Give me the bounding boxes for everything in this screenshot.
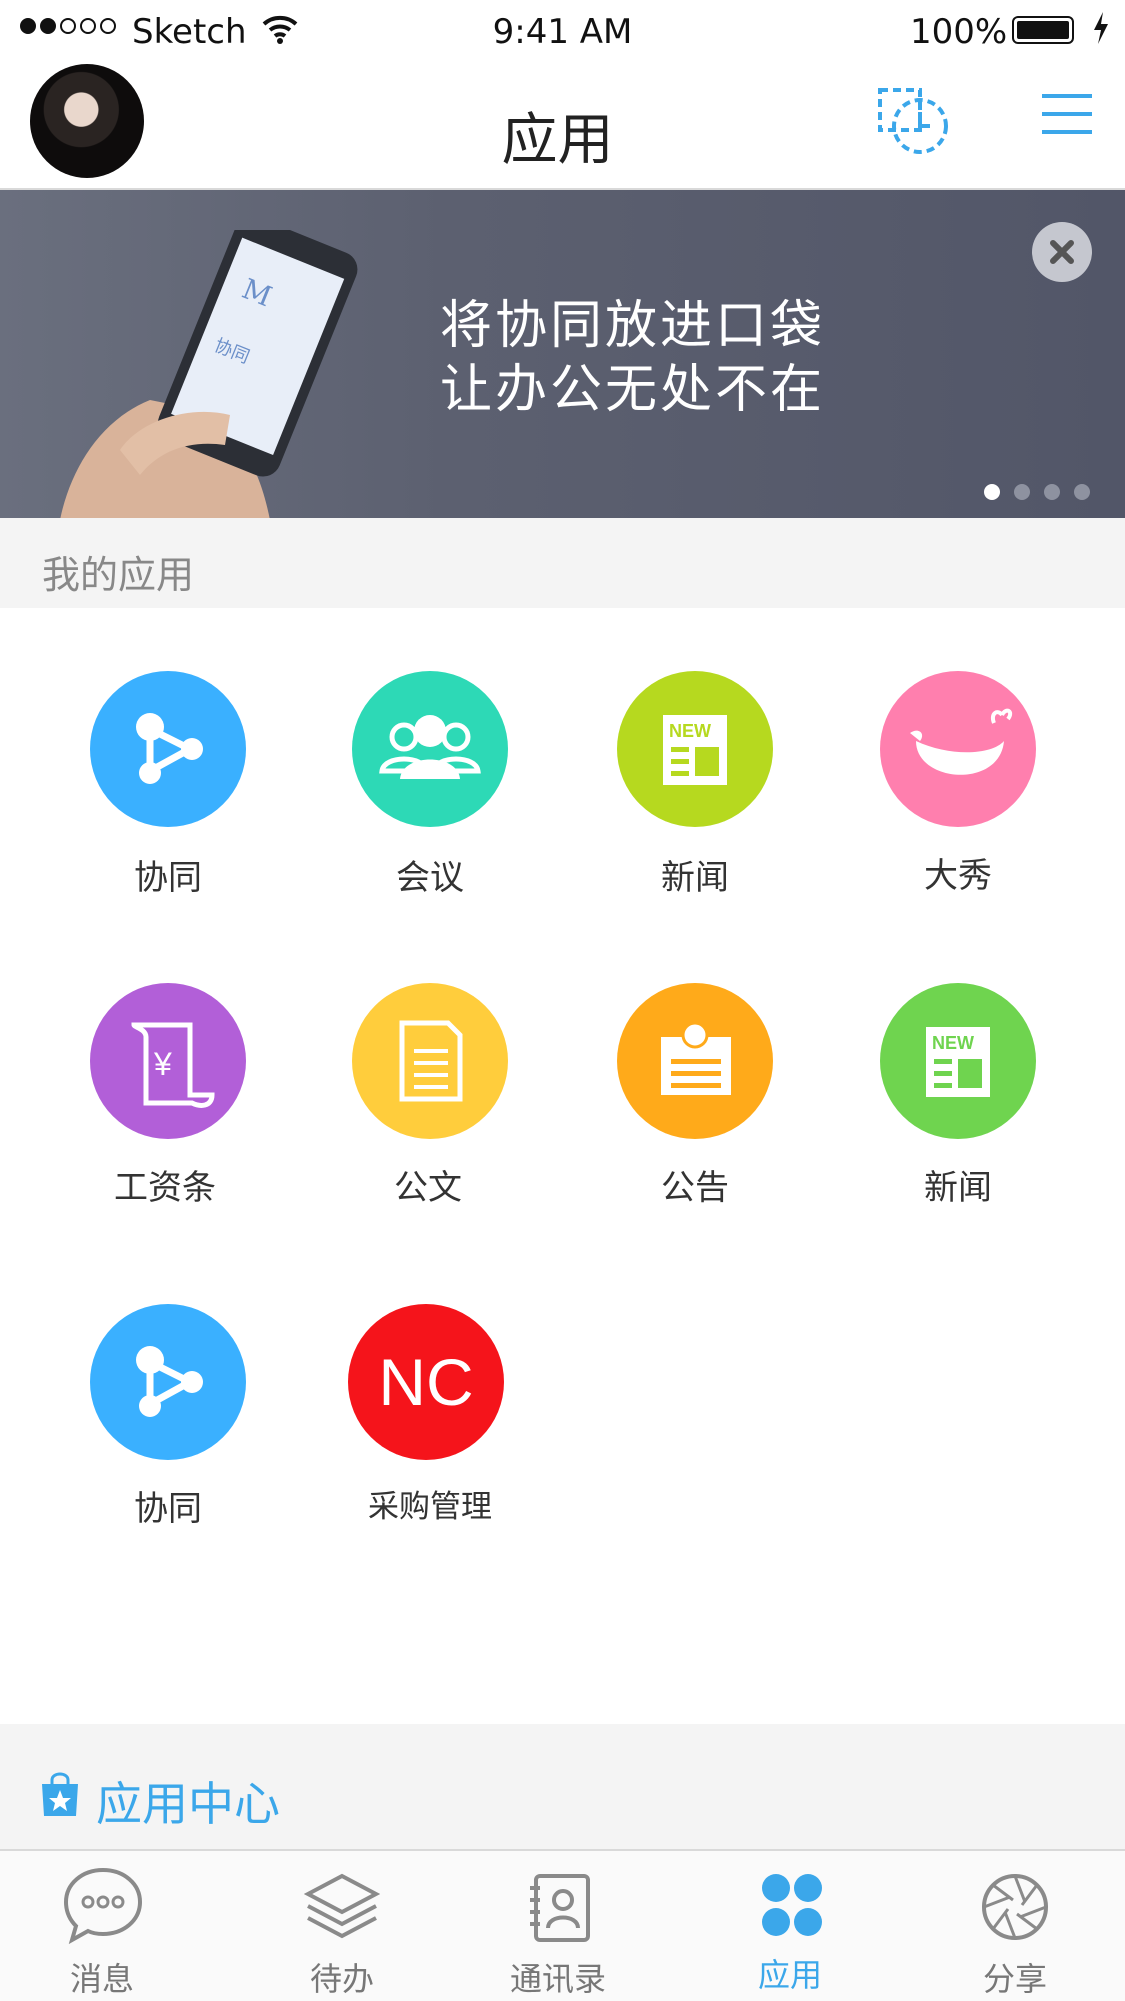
apps-icon <box>762 1874 822 1936</box>
app-center-link[interactable]: 应用中心 <box>96 1768 280 1834</box>
app-label: 新闻 <box>924 1168 992 1208</box>
status-bar: Sketch 9:41 AM 100% <box>0 0 1125 64</box>
banner-close-button[interactable] <box>1032 222 1092 282</box>
people-icon <box>379 715 481 779</box>
page-dot[interactable] <box>984 484 1000 500</box>
app-xietong-2[interactable] <box>90 1304 246 1460</box>
nc-logo: NC <box>378 1345 474 1419</box>
my-apps-title: 我的应用 <box>42 553 195 597</box>
tab-label: 待办 <box>309 1960 374 1998</box>
app-label: 大秀 <box>924 856 992 896</box>
aperture-icon <box>982 1874 1048 1940</box>
shopping-bag-icon <box>42 1772 78 1816</box>
contacts-icon <box>530 1874 590 1942</box>
app-xietong[interactable] <box>90 671 246 827</box>
notice-icon <box>661 1021 731 1095</box>
news-icon: NEW <box>663 715 727 785</box>
page-dot[interactable] <box>1044 484 1060 500</box>
tab-label: 分享 <box>982 1960 1047 1998</box>
banner-line-2: 让办公无处不在 <box>440 360 826 420</box>
app-notice[interactable] <box>617 983 773 1139</box>
svg-text:NEW: NEW <box>669 721 711 741</box>
promo-banner[interactable]: M 协同 将协同放进口袋 让办公无处不在 <box>0 190 1125 518</box>
layers-icon <box>304 1873 380 1939</box>
app-label: 会议 <box>396 858 464 898</box>
tab-label: 通讯录 <box>509 1960 606 1998</box>
app-label: 公告 <box>661 1168 729 1208</box>
whale-icon <box>910 708 1013 775</box>
banner-page-indicator[interactable] <box>984 484 1090 500</box>
battery-percentage: 100% <box>910 12 1008 52</box>
salary-icon: ¥ <box>131 1022 215 1108</box>
scan-capture-icon[interactable] <box>876 86 952 156</box>
app-procurement[interactable]: NC <box>348 1304 504 1460</box>
menu-icon[interactable] <box>1042 92 1092 136</box>
app-label: 采购管理 <box>368 1489 492 1525</box>
app-label: 协同 <box>134 1489 202 1529</box>
tab-label: 应用 <box>757 1956 822 1994</box>
app-label: 工资条 <box>114 1168 216 1208</box>
app-label: 新闻 <box>661 858 729 898</box>
app-label: 公文 <box>394 1168 462 1208</box>
app-news-2[interactable]: NEW <box>880 983 1036 1139</box>
charging-icon <box>1094 12 1108 44</box>
app-salary[interactable]: ¥ <box>90 983 246 1139</box>
page-dot[interactable] <box>1074 484 1090 500</box>
app-news[interactable]: NEW <box>617 671 773 827</box>
news-icon: NEW <box>926 1027 990 1097</box>
banner-line-1: 将协同放进口袋 <box>440 296 826 356</box>
share-icon <box>136 713 203 784</box>
app-daxiu[interactable] <box>880 671 1036 827</box>
phone-in-hand-illustration: M 协同 <box>60 230 358 518</box>
tab-label: 消息 <box>69 1960 134 1998</box>
share-icon <box>136 1346 203 1417</box>
battery-icon <box>1012 16 1074 44</box>
page-dot[interactable] <box>1014 484 1030 500</box>
app-document[interactable] <box>352 983 508 1139</box>
document-icon <box>399 1020 463 1102</box>
chat-icon <box>63 1867 143 1944</box>
app-label: 协同 <box>134 858 202 898</box>
app-meeting[interactable] <box>352 671 508 827</box>
close-icon <box>1050 240 1074 264</box>
svg-text:¥: ¥ <box>153 1046 172 1082</box>
banner-headline: 将协同放进口袋 让办公无处不在 <box>440 294 825 422</box>
svg-text:NEW: NEW <box>932 1033 974 1053</box>
